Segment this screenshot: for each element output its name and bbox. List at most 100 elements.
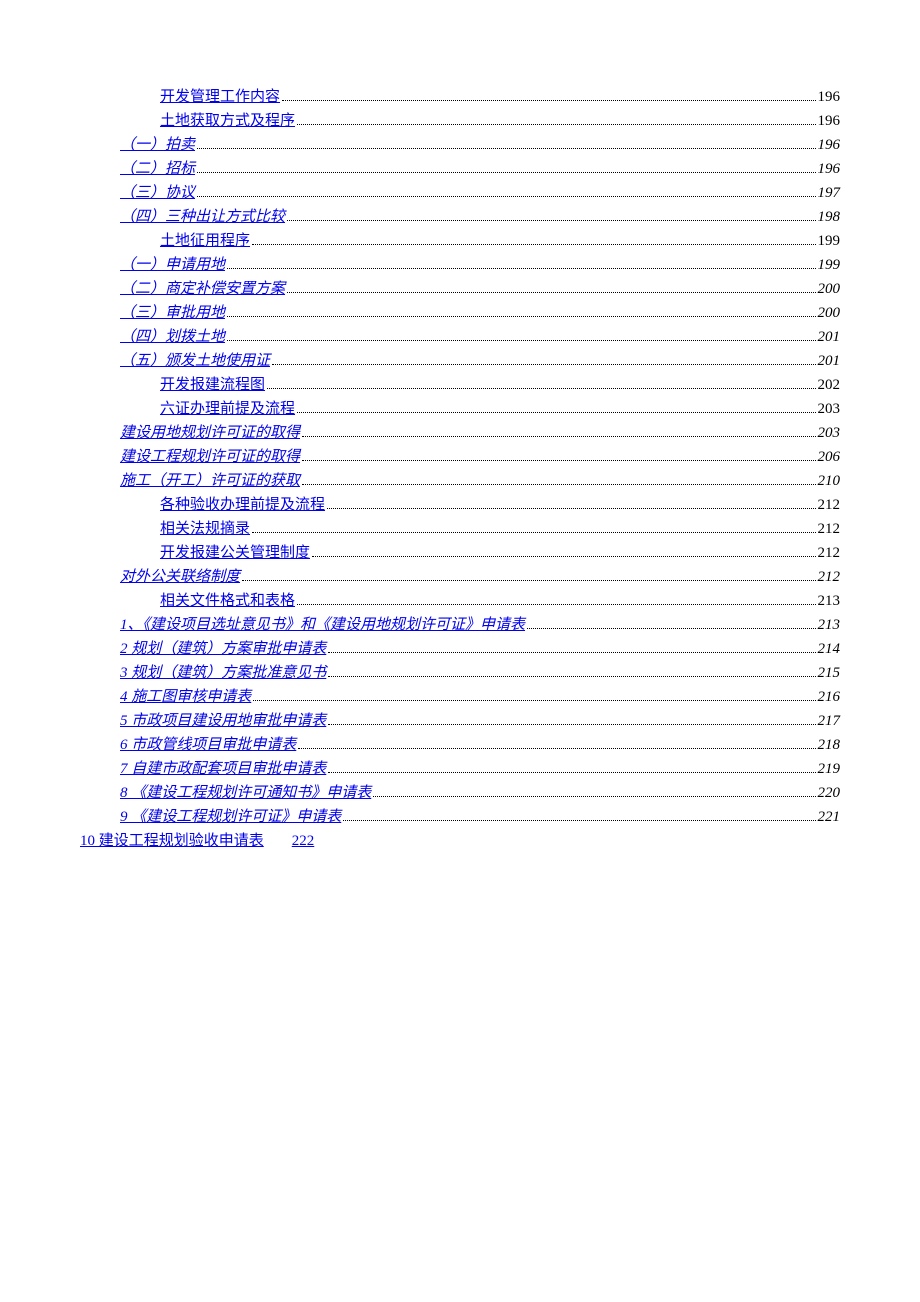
toc-entry: 2 规划（建筑）方案审批申请表 214: [80, 637, 840, 661]
toc-link[interactable]: 4 施工图审核申请表: [120, 685, 251, 709]
toc-page-number: 198: [818, 205, 841, 229]
toc-page-number: 214: [818, 637, 841, 661]
toc-link[interactable]: 相关文件格式和表格: [160, 589, 295, 613]
toc-leader-dots: [267, 388, 815, 389]
toc-link[interactable]: （二）招标: [120, 157, 195, 181]
toc-leader-dots: [242, 580, 815, 581]
toc-leader-dots: [197, 172, 815, 173]
toc-page-number: 201: [818, 325, 841, 349]
toc-link[interactable]: （三）协议: [120, 181, 195, 205]
toc-page-number: 212: [818, 541, 841, 565]
toc-entry: 5 市政项目建设用地审批申请表217: [80, 709, 840, 733]
toc-entry: 开发报建公关管理制度 212: [80, 541, 840, 565]
toc-leader-dots: [253, 700, 815, 701]
toc-page-number: 215: [818, 661, 841, 685]
toc-link[interactable]: 7 自建市政配套项目审批申请表: [120, 757, 326, 781]
toc-entry: 建设用地规划许可证的取得 203: [80, 421, 840, 445]
toc-leader-dots: [197, 148, 815, 149]
toc-entry: 4 施工图审核申请表216: [80, 685, 840, 709]
toc-entry: 土地获取方式及程序 196: [80, 109, 840, 133]
toc-page-number: 213: [818, 589, 841, 613]
toc-link[interactable]: 开发管理工作内容: [160, 85, 280, 109]
toc-link[interactable]: （一）申请用地: [120, 253, 225, 277]
toc-page-number: 199: [818, 253, 841, 277]
toc-leader-dots: [302, 436, 815, 437]
toc-link[interactable]: （四）划拨土地: [120, 325, 225, 349]
toc-entry: 六证办理前提及流程 203: [80, 397, 840, 421]
toc-page-number: 202: [818, 373, 841, 397]
toc-link[interactable]: （五）颁发土地使用证: [120, 349, 270, 373]
toc-link[interactable]: （三）审批用地: [120, 301, 225, 325]
toc-page-number: 212: [818, 517, 841, 541]
toc-link[interactable]: 各种验收办理前提及流程: [160, 493, 325, 517]
toc-leader-dots: [227, 340, 815, 341]
toc-link[interactable]: 2 规划（建筑）方案审批申请表: [120, 637, 326, 661]
toc-leader-dots: [328, 676, 815, 677]
toc-leader-dots: [297, 604, 815, 605]
toc-entry: （二）商定补偿安置方案200: [80, 277, 840, 301]
toc-page-number: 203: [818, 421, 841, 445]
toc-page-number: 210: [818, 469, 841, 493]
toc-entry: 建设工程规划许可证的取得206: [80, 445, 840, 469]
toc-leader-dots: [373, 796, 815, 797]
toc-link[interactable]: 1、《建设项目选址意见书》和《建设用地规划许可证》申请表: [120, 613, 525, 637]
toc-leader-dots: [312, 556, 815, 557]
toc-page-number: 203: [818, 397, 841, 421]
toc-link[interactable]: 9 《建设工程规划许可证》申请表: [120, 805, 341, 829]
toc-link[interactable]: （一）拍卖: [120, 133, 195, 157]
toc-leader-dots: [302, 460, 815, 461]
toc-link[interactable]: 3 规划（建筑）方案批准意见书: [120, 661, 326, 685]
toc-leader-dots: [272, 364, 815, 365]
toc-link[interactable]: 6 市政管线项目审批申请表: [120, 733, 296, 757]
toc-leader-dots: [343, 820, 815, 821]
toc-leader-dots: [252, 532, 815, 533]
toc-link[interactable]: 8 《建设工程规划许可通知书》申请表: [120, 781, 371, 805]
toc-page-number: 221: [818, 805, 841, 829]
toc-page-number: 218: [818, 733, 841, 757]
toc-entry: 对外公关联络制度 212: [80, 565, 840, 589]
toc-entry: 8 《建设工程规划许可通知书》申请表220: [80, 781, 840, 805]
toc-link[interactable]: 开发报建流程图: [160, 373, 265, 397]
toc-leader-dots: [298, 748, 815, 749]
toc-link[interactable]: 建设工程规划许可证的取得: [120, 445, 300, 469]
toc-page-number: 196: [818, 109, 841, 133]
toc-link[interactable]: 开发报建公关管理制度: [160, 541, 310, 565]
toc-entry: 开发报建流程图 202: [80, 373, 840, 397]
toc-link[interactable]: 建设用地规划许可证的取得: [120, 421, 300, 445]
toc-entry: 相关法规摘录 212: [80, 517, 840, 541]
toc-leader-dots: [197, 196, 815, 197]
toc-leader-dots: [287, 292, 815, 293]
toc-leader-dots: [328, 652, 815, 653]
toc-entry: 开发管理工作内容 196: [80, 85, 840, 109]
toc-final-label: 10 建设工程规划验收申请表: [80, 833, 264, 849]
toc-entry: 相关文件格式和表格 213: [80, 589, 840, 613]
toc-entry: 土地征用程序 199: [80, 229, 840, 253]
toc-leader-dots: [527, 628, 815, 629]
toc-link[interactable]: 土地征用程序: [160, 229, 250, 253]
toc-page-number: 196: [818, 85, 841, 109]
toc-entry: 各种验收办理前提及流程 212: [80, 493, 840, 517]
toc-page-number: 199: [818, 229, 841, 253]
toc-page-number: 197: [818, 181, 841, 205]
toc-page-number: 212: [818, 565, 841, 589]
toc-leader-dots: [252, 244, 815, 245]
toc-page-number: 219: [818, 757, 841, 781]
toc-link[interactable]: 对外公关联络制度: [120, 565, 240, 589]
toc-link[interactable]: 土地获取方式及程序: [160, 109, 295, 133]
toc-entry: （三）审批用地200: [80, 301, 840, 325]
toc-page-number: 212: [818, 493, 841, 517]
toc-link[interactable]: 5 市政项目建设用地审批申请表: [120, 709, 326, 733]
toc-page-number: 196: [818, 133, 841, 157]
toc-link[interactable]: 施工（开工）许可证的获取: [120, 469, 300, 493]
toc-entry: 7 自建市政配套项目审批申请表 219: [80, 757, 840, 781]
toc-final-entry[interactable]: 10 建设工程规划验收申请表222: [80, 829, 840, 853]
toc-entry: 9 《建设工程规划许可证》申请表 221: [80, 805, 840, 829]
toc-link[interactable]: （二）商定补偿安置方案: [120, 277, 285, 301]
toc-page-number: 213: [818, 613, 841, 637]
toc-entry: （二）招标 196: [80, 157, 840, 181]
toc-link[interactable]: 相关法规摘录: [160, 517, 250, 541]
toc-link[interactable]: 六证办理前提及流程: [160, 397, 295, 421]
toc-page-number: 196: [818, 157, 841, 181]
toc-link[interactable]: （四）三种出让方式比较: [120, 205, 285, 229]
toc-leader-dots: [297, 124, 815, 125]
